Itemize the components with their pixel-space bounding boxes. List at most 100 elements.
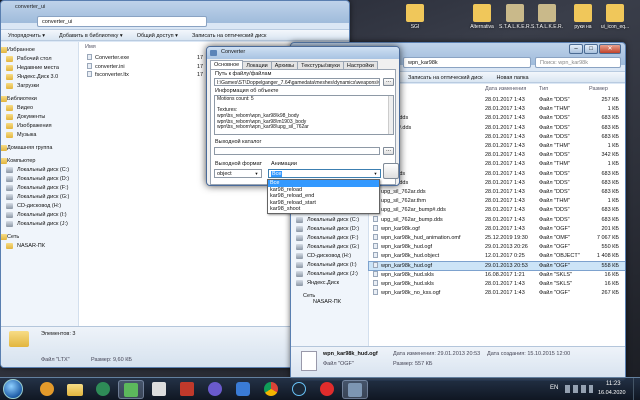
file-row[interactable]: wpn_kar98k_hud.ogf 29.01.2013 20:26 Файл "… bbox=[369, 243, 625, 252]
taskbar-chrome-icon[interactable] bbox=[258, 380, 284, 399]
dropdown-option[interactable]: kar98_reload_start bbox=[268, 200, 379, 207]
browse-path-button[interactable]: ... bbox=[383, 78, 394, 86]
maximize-button[interactable]: □ bbox=[584, 44, 598, 54]
nav-drive-item[interactable]: Локальный диск (J:) bbox=[291, 270, 369, 279]
file-row[interactable]: upg_sil_762ar_bump#.dds 28.01.2017 1:43 Фа… bbox=[369, 206, 625, 215]
tab-item[interactable]: Локации bbox=[242, 61, 272, 69]
nav-drive-item[interactable]: Локальный диск (G:) bbox=[291, 243, 369, 252]
dropdown-option[interactable]: kar98_reload bbox=[268, 187, 379, 194]
nav-item[interactable]: Недавние места bbox=[1, 64, 78, 73]
taskbar-media-icon[interactable] bbox=[202, 380, 228, 399]
taskbar-explorer-icon[interactable] bbox=[62, 380, 88, 399]
nav-item[interactable]: Загрузки bbox=[1, 82, 78, 91]
file-row[interactable]: wpn_kar98k_hud.object 12.01.2017 0:25 Файл… bbox=[369, 252, 625, 261]
nav-item[interactable]: Локальный диск (C:) bbox=[1, 166, 78, 175]
nav-drive-item[interactable]: CD-дисковод (H:) bbox=[291, 252, 369, 261]
nav-drive-item[interactable]: Яндекс.Диск bbox=[291, 279, 369, 288]
file-row[interactable]: upg_sil_762ar_bump.dds 28.01.2017 1:43 Фай… bbox=[369, 215, 625, 225]
taskbar-yandex-icon[interactable] bbox=[314, 380, 340, 399]
animation-select[interactable]: Все ▼ bbox=[268, 169, 381, 178]
nav-item[interactable]: Сеть bbox=[1, 233, 78, 242]
toolbar-item[interactable]: Новая папка bbox=[489, 72, 535, 84]
nav-item[interactable]: Изображения bbox=[1, 122, 78, 131]
dropdown-option[interactable]: Все bbox=[268, 180, 379, 187]
tab-item[interactable]: Основное bbox=[210, 60, 244, 69]
nav-item[interactable]: Избранное bbox=[1, 46, 78, 55]
nav-item[interactable]: Локальный диск (J:) bbox=[1, 220, 78, 229]
file-row[interactable]: converter.ini 17 bbox=[83, 62, 213, 72]
info-textarea[interactable]: Motions count: 5 Textures: wpn\bs_reborn\w… bbox=[214, 95, 394, 135]
nav-item[interactable]: Библиотеки bbox=[1, 95, 78, 104]
tab-item[interactable]: Архивы bbox=[270, 61, 299, 69]
file-row[interactable]: _bump.dds28.01.2017 1:43Файл "DDS"683 КБ bbox=[369, 114, 625, 123]
tab-item[interactable]: Текстуры/звуки bbox=[297, 61, 344, 69]
file-row[interactable]: wpn_kar98k_hud.skls 16.08.2017 1:21 Файл "… bbox=[369, 270, 625, 280]
nav-item[interactable]: Локальный диск (G:) bbox=[1, 193, 78, 202]
nav-drive-item[interactable]: Локальный диск (C:) bbox=[291, 216, 369, 225]
toolbar-item[interactable]: Записать на оптический диск bbox=[401, 72, 489, 84]
nav-item[interactable]: Музыка bbox=[1, 131, 78, 140]
taskbar-media-player-icon[interactable] bbox=[34, 380, 60, 399]
format-select[interactable]: object ▼ bbox=[214, 169, 262, 178]
converter-dialog[interactable]: Converter Основное Локации Архивы Текстуры/… bbox=[206, 46, 400, 186]
convert-button[interactable] bbox=[383, 163, 399, 179]
column-modified-header[interactable]: Дата изменения bbox=[485, 86, 526, 92]
file-row[interactable]: wpn_kar98k_hud.ogf 29.01.2013 20:53 Файл "… bbox=[368, 260, 625, 272]
column-type-header[interactable]: Тип bbox=[539, 86, 548, 92]
toolbar-item[interactable]: Упорядочить ▾ bbox=[1, 30, 52, 42]
path-input[interactable]: I:\Games\ST\Doppelganger_7.64\gamedata\m… bbox=[214, 78, 380, 86]
toolbar-item[interactable]: Добавить в библиотеку ▾ bbox=[52, 30, 130, 42]
browse-outdir-button[interactable]: ... bbox=[383, 147, 394, 155]
nav-item[interactable]: Локальный диск (F:) bbox=[1, 184, 78, 193]
desktop-icon-item[interactable]: S.T.A.L.K.E.R. bbox=[498, 4, 532, 30]
desktop-icon-item[interactable]: S.T.A.L.K.E.R. bbox=[530, 4, 564, 30]
file-row[interactable]: _bump#.dds28.01.2017 1:43Файл "DDS"683 К… bbox=[369, 123, 625, 133]
file-row[interactable]: ds28.01.2017 1:43Файл "DDS"683 КБ bbox=[369, 132, 625, 142]
language-indicator[interactable]: EN bbox=[550, 385, 558, 391]
file-row[interactable]: wpn_kar98k.ogf 28.01.2017 1:43 Файл "OGF" 2… bbox=[369, 224, 625, 234]
file-row[interactable]: upg_sil_762ar.dds 28.01.2017 1:43 Файл "DD… bbox=[369, 188, 625, 197]
close-button[interactable]: ✕ bbox=[599, 44, 621, 54]
taskbar-app-icon[interactable] bbox=[118, 380, 144, 399]
clock-date[interactable]: 16.04.2020 bbox=[598, 390, 626, 396]
tray-icons[interactable] bbox=[565, 385, 593, 393]
file-row[interactable]: bump#.dds28.01.2017 1:43Файл "DDS"683 КБ bbox=[369, 178, 625, 188]
nav-item[interactable]: Рабочий стол bbox=[1, 55, 78, 64]
file-row[interactable]: wpn_kar98k_no_kss.ogf 28.01.2017 1:43 Файл… bbox=[369, 289, 625, 298]
taskbar-media-center-icon[interactable] bbox=[90, 380, 116, 399]
file-row[interactable]: fsconverter.ltx 17 bbox=[83, 71, 213, 80]
nav-network-pc[interactable]: NASAR-ПК bbox=[297, 298, 341, 307]
desktop-icon-item[interactable]: Alternativa bbox=[465, 4, 499, 30]
taskbar-steam-icon[interactable] bbox=[286, 380, 312, 399]
file-row[interactable]: ams28.01.2017 1:43Файл "DDS"257 КБ bbox=[369, 96, 625, 105]
taskbar-store-icon[interactable] bbox=[174, 380, 200, 399]
show-desktop-button[interactable] bbox=[633, 378, 640, 400]
desktop-icon-item[interactable]: ui_icon_eq... bbox=[598, 4, 632, 30]
minimize-button[interactable]: ‒ bbox=[569, 44, 583, 54]
nav-item[interactable]: Яндекс.Диск 3.0 bbox=[1, 73, 78, 82]
column-name-header[interactable]: Имя bbox=[85, 44, 96, 50]
nav-item[interactable]: Видео bbox=[1, 104, 78, 113]
output-dir-input[interactable] bbox=[214, 147, 380, 155]
nav-drive-item[interactable]: Локальный диск (I:) bbox=[291, 261, 369, 270]
dialog-title-bar[interactable]: Converter bbox=[207, 47, 399, 59]
desktop-icon-item[interactable]: SGI bbox=[398, 4, 432, 30]
toolbar-item[interactable]: Записать на оптический диск bbox=[185, 30, 273, 42]
nav-item[interactable]: NASAR-ПК bbox=[1, 242, 78, 251]
tab-item[interactable]: Настройки bbox=[342, 61, 378, 69]
clock-time[interactable]: 11:23 bbox=[606, 381, 621, 387]
search-input[interactable]: Поиск: wpn_kar98k bbox=[535, 57, 621, 68]
taskbar-player-icon[interactable] bbox=[230, 380, 256, 399]
nav-item[interactable]: Локальный диск (D:) bbox=[1, 175, 78, 184]
window-title-bar[interactable]: converter_ui bbox=[1, 1, 349, 15]
nav-item[interactable]: Домашняя группа bbox=[1, 144, 78, 153]
dropdown-option[interactable]: kar98_reload_end bbox=[268, 193, 379, 200]
file-row[interactable]: upg_sil_762ar.thm 28.01.2017 1:43 Файл "TH… bbox=[369, 197, 625, 206]
start-button[interactable] bbox=[3, 379, 23, 399]
nav-drive-item[interactable]: Локальный диск (F:) bbox=[291, 234, 369, 243]
taskbar-converter-icon[interactable] bbox=[342, 380, 368, 399]
animation-dropdown-list[interactable]: Все kar98_reload kar98_reload_end kar98_rel… bbox=[267, 179, 380, 214]
nav-drive-item[interactable]: Локальный диск (D:) bbox=[291, 225, 369, 234]
file-row[interactable]: bump.dds28.01.2017 1:43Файл "DDS"683 КБ bbox=[369, 169, 625, 179]
nav-item[interactable]: CD-дисковод (H:) bbox=[1, 202, 78, 211]
